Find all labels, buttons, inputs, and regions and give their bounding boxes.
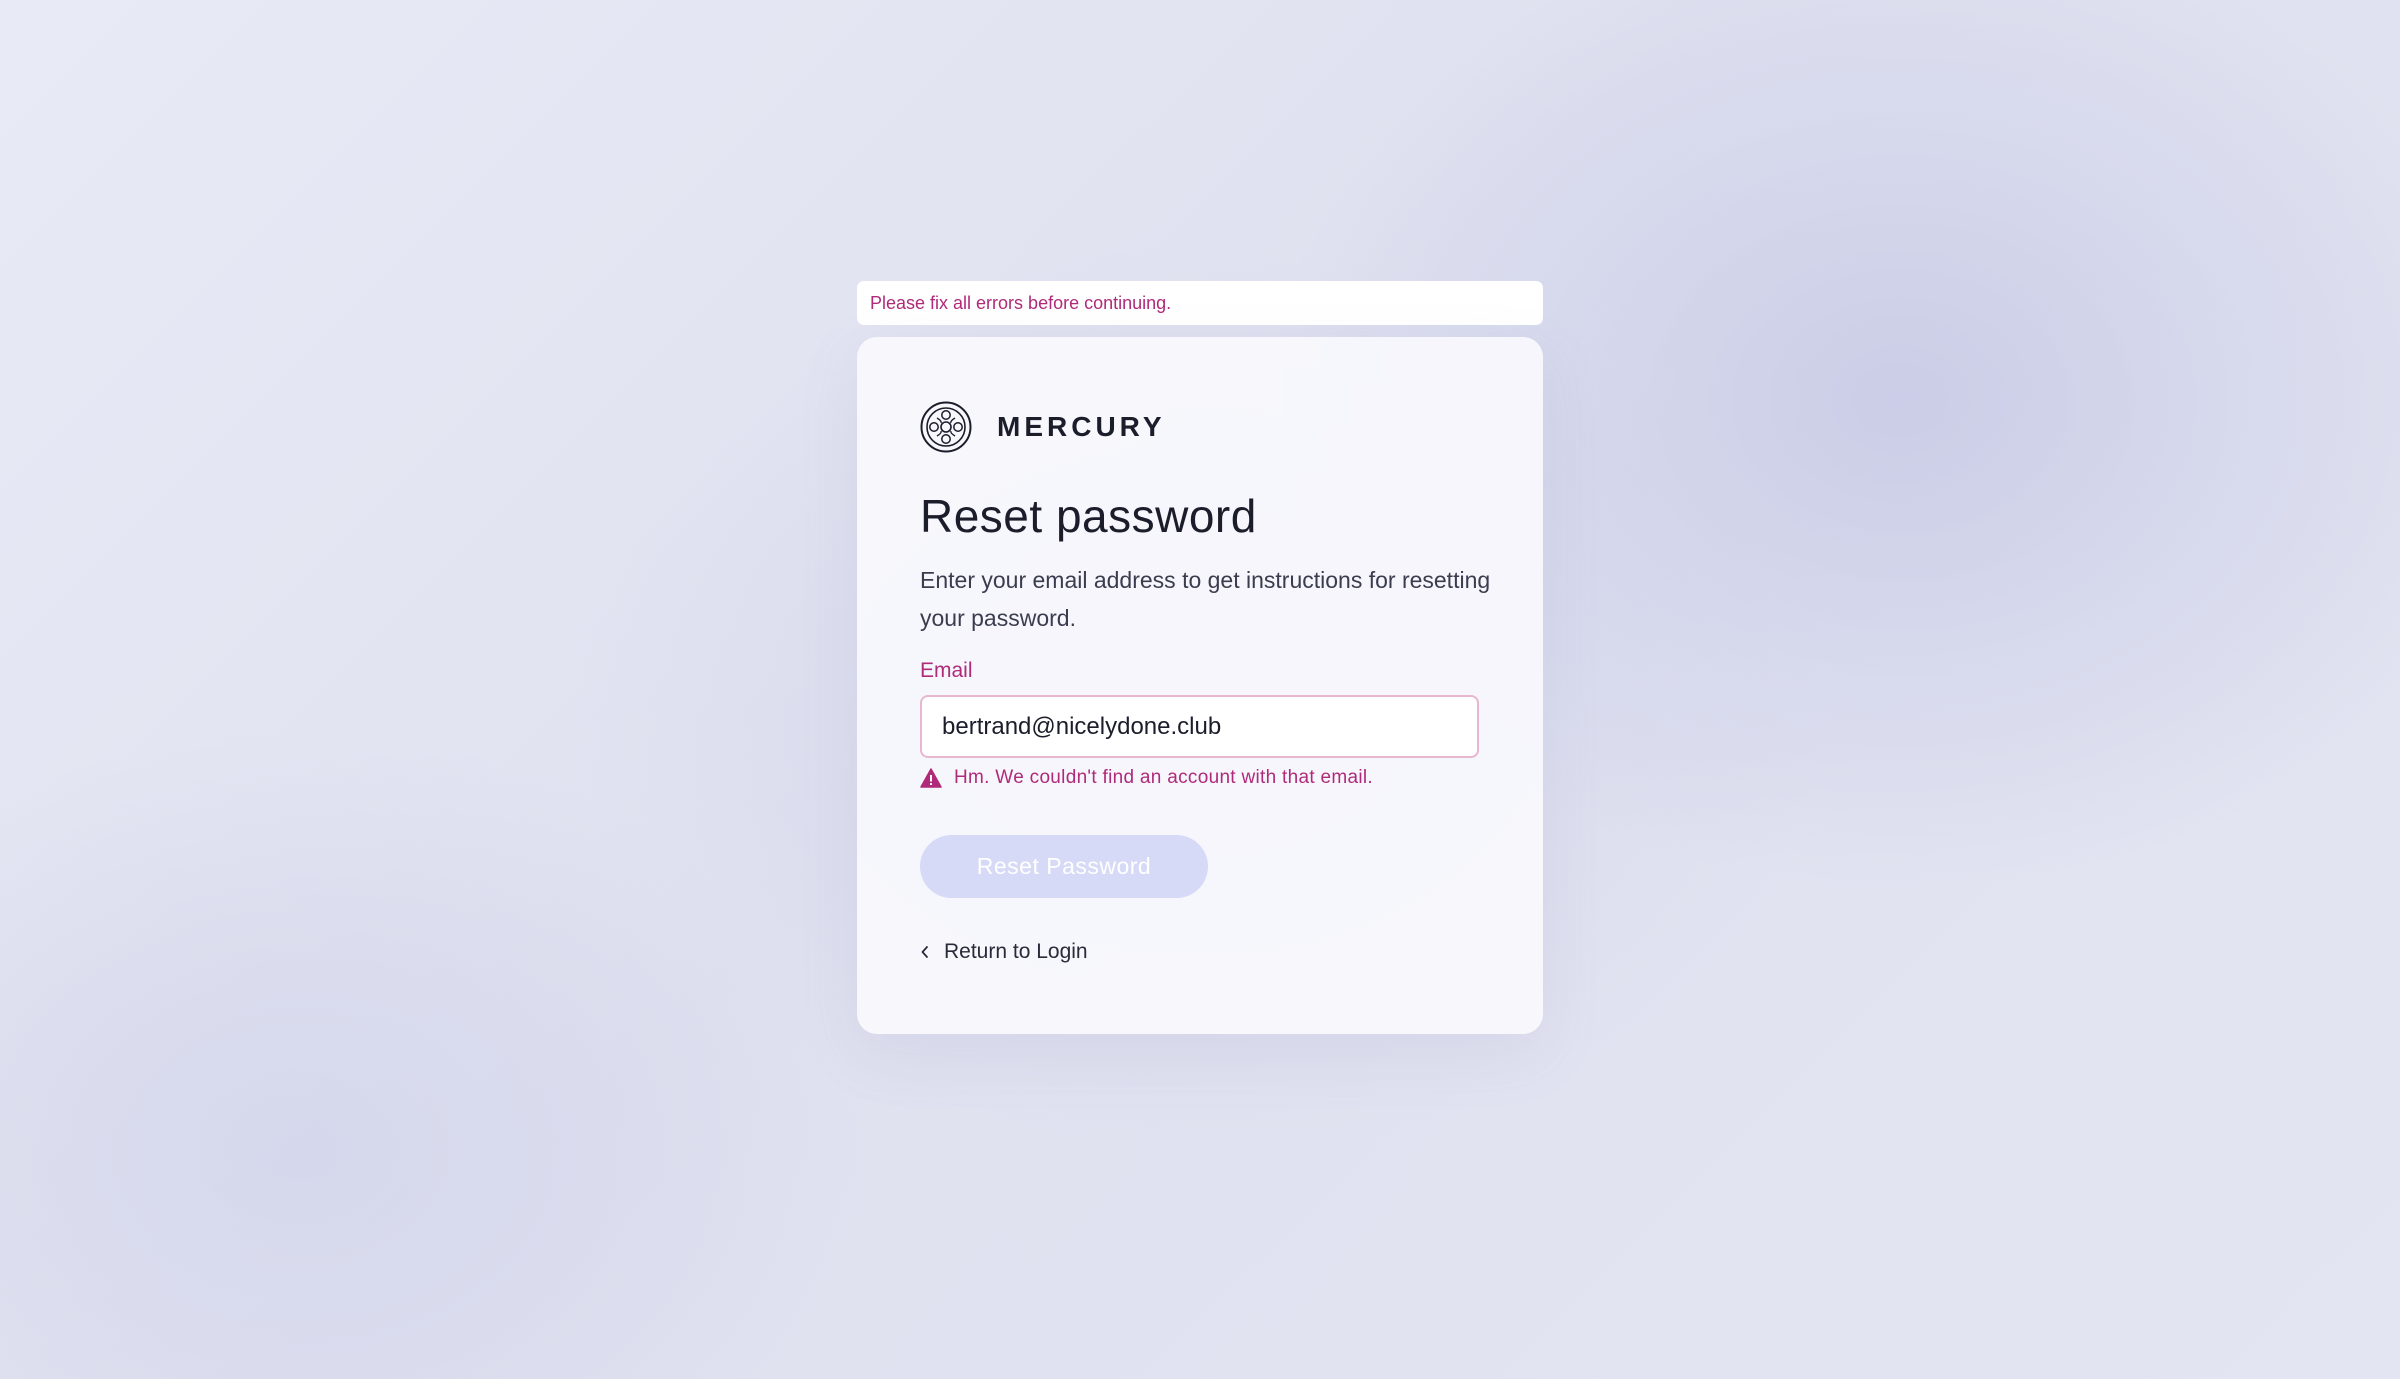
- error-banner: Please fix all errors before continuing.: [857, 281, 1543, 325]
- email-error-message: Hm. We couldn't find an account with tha…: [954, 767, 1373, 788]
- reset-password-card: MERCURY Reset password Enter your email …: [857, 337, 1543, 1034]
- email-label: Email: [920, 659, 973, 682]
- email-error: Hm. We couldn't find an account with tha…: [920, 767, 1373, 789]
- error-banner-message: Please fix all errors before continuing.: [870, 292, 1172, 313]
- page-subtitle: Enter your email address to get instruct…: [920, 567, 1491, 631]
- reset-password-button[interactable]: Reset Password: [920, 835, 1208, 898]
- brand-name: MERCURY: [997, 411, 1166, 442]
- return-to-login-label: Return to Login: [944, 940, 1088, 963]
- chevron-left-icon: [921, 946, 928, 958]
- mercury-logo-icon: [920, 401, 972, 453]
- brand: MERCURY: [920, 401, 1166, 453]
- page-title: Reset password: [920, 490, 1257, 542]
- email-field[interactable]: [920, 695, 1479, 758]
- warning-icon: [920, 768, 942, 788]
- return-to-login-link[interactable]: Return to Login: [920, 940, 1088, 964]
